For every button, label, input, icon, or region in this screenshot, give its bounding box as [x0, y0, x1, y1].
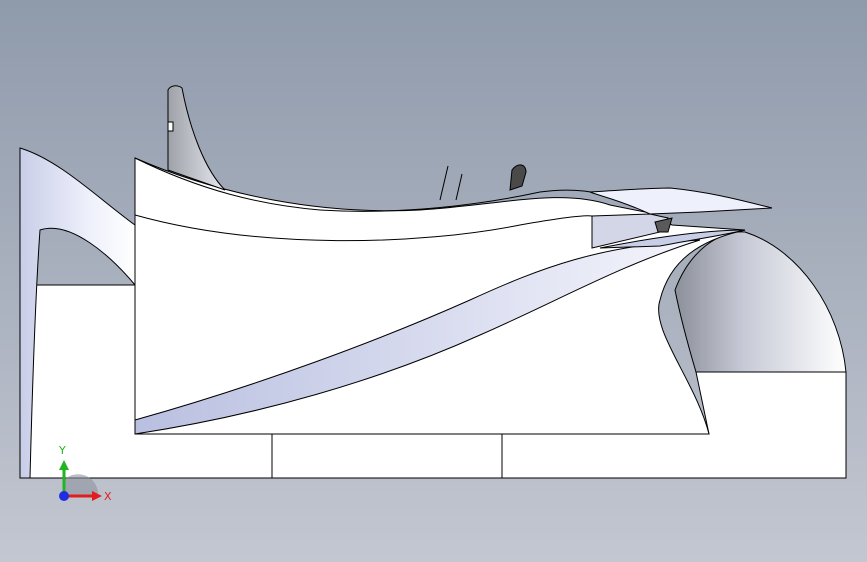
- x-axis-label: X: [104, 490, 112, 503]
- z-axis-dot: [59, 491, 69, 501]
- y-axis-label: Y: [58, 444, 66, 457]
- axis-triad: Y X: [58, 444, 112, 503]
- fin-tab: [167, 121, 174, 132]
- y-axis-arrow: [59, 460, 69, 470]
- cad-viewport[interactable]: [0, 0, 867, 562]
